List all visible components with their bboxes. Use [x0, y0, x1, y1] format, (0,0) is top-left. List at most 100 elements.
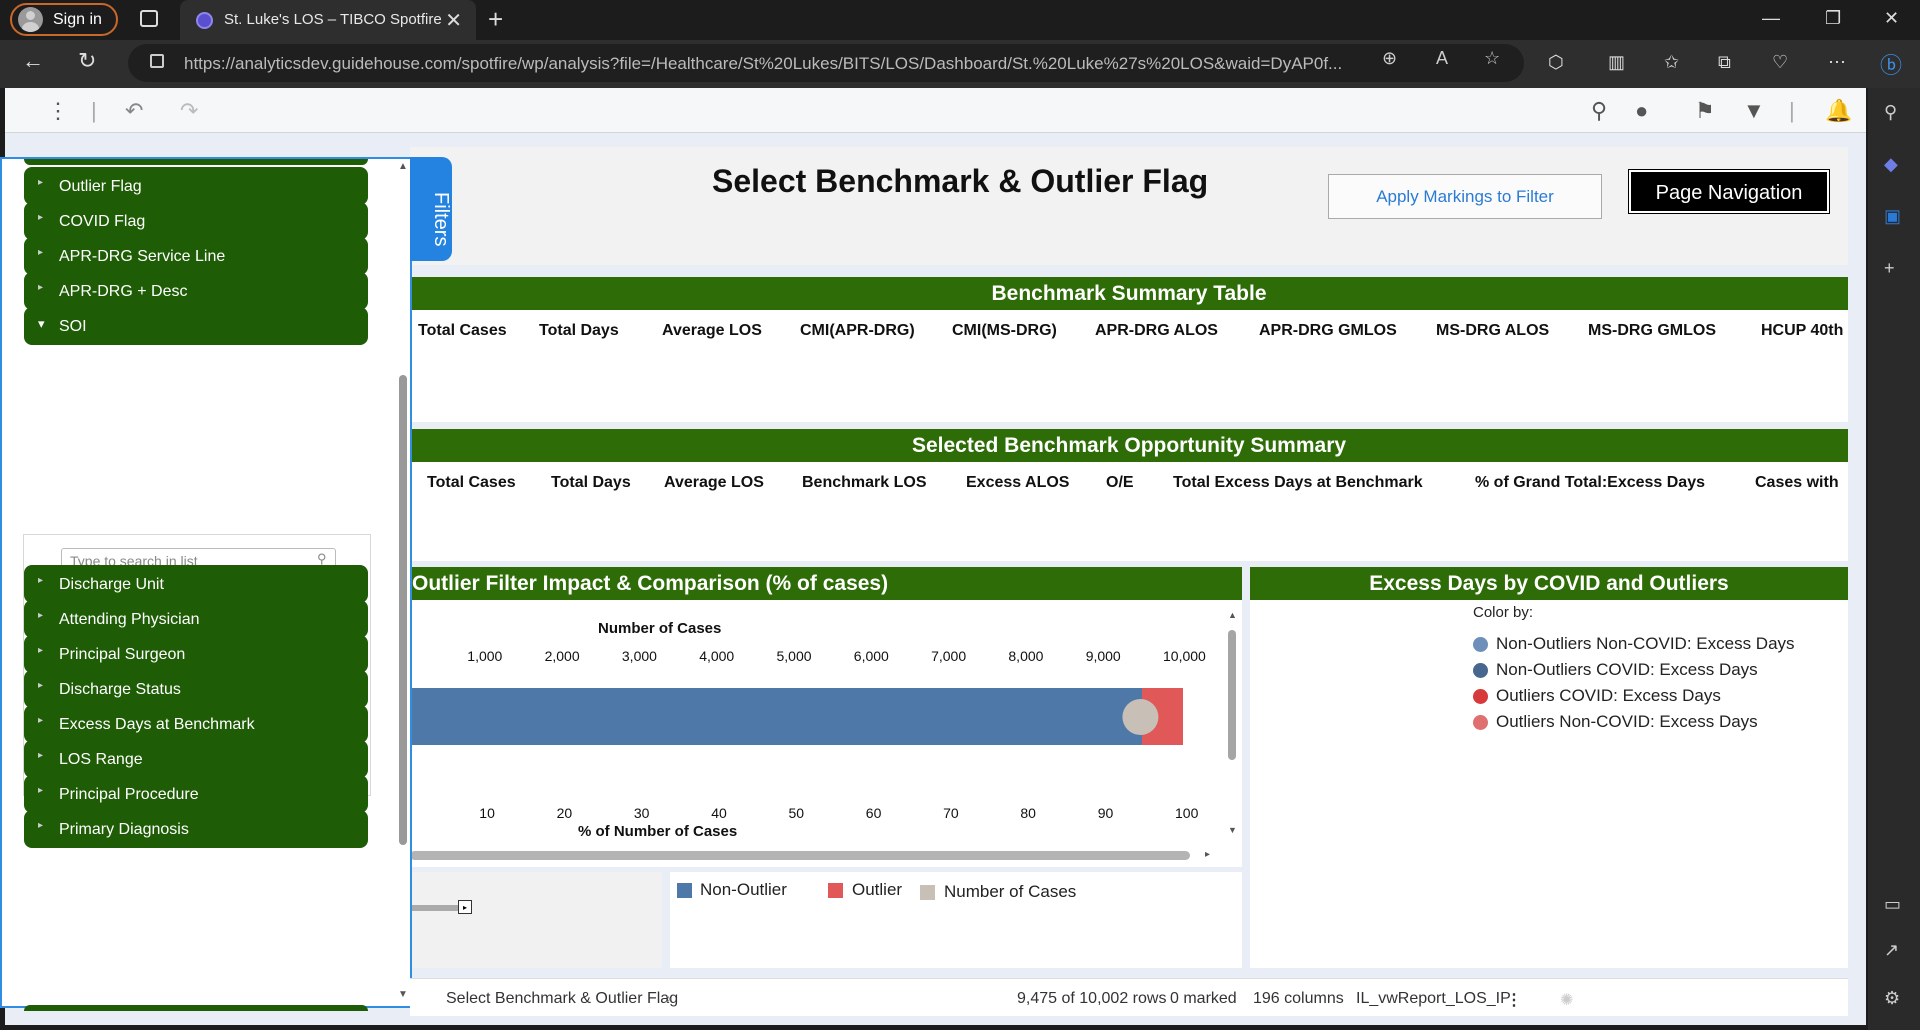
- benchmark-col-header[interactable]: Average LOS: [662, 322, 762, 340]
- benchmark-col-header[interactable]: CMI(MS-DRG): [952, 322, 1057, 340]
- benchmark-col-header[interactable]: CMI(APR-DRG): [800, 322, 915, 340]
- bookmark-icon[interactable]: ⚑: [1695, 98, 1715, 124]
- status-page-name[interactable]: Select Benchmark & Outlier Flag: [446, 990, 678, 1008]
- chart-vscroll[interactable]: ▲ ▼: [1226, 610, 1238, 838]
- menu-dots-icon[interactable]: ⋮: [47, 98, 69, 124]
- filter-item[interactable]: Discharge Unit: [24, 565, 368, 603]
- read-aloud-icon[interactable]: A: [1436, 48, 1448, 69]
- bing-copilot-icon[interactable]: ⓑ: [1880, 48, 1902, 80]
- filter-item[interactable]: Primary Diagnosis: [24, 810, 368, 848]
- tab-actions-icon[interactable]: [140, 10, 158, 27]
- filters-scroll-up-icon[interactable]: ▲: [398, 161, 408, 172]
- zoom-icon[interactable]: ⊕: [1382, 48, 1397, 69]
- opportunity-col-header[interactable]: Benchmark LOS: [802, 474, 926, 492]
- outlier-bar-chart[interactable]: [410, 680, 1200, 750]
- opportunity-col-header[interactable]: Total Days: [551, 474, 631, 492]
- favorite-star-icon[interactable]: ☆: [1484, 48, 1500, 69]
- benchmark-col-header[interactable]: MS-DRG GMLOS: [1588, 322, 1716, 340]
- page-chevron-icon[interactable]: ›: [666, 990, 671, 1008]
- undo-icon[interactable]: ↶: [125, 98, 143, 124]
- status-more-icon[interactable]: ⋮: [1506, 990, 1522, 1010]
- close-window-icon[interactable]: ✕: [1884, 8, 1899, 29]
- legend-swatch-outlier: [828, 883, 843, 898]
- benchmark-col-header[interactable]: MS-DRG ALOS: [1436, 322, 1549, 340]
- bottom-axis-tick: 20: [556, 805, 573, 821]
- minimize-icon[interactable]: —: [1762, 8, 1780, 29]
- benchmark-summary-title: Benchmark Summary Table: [410, 277, 1848, 310]
- sign-in-button[interactable]: Sign in: [10, 3, 118, 36]
- filter-item[interactable]: COVID Flag: [24, 202, 368, 240]
- filters-tab[interactable]: Filters: [410, 157, 452, 261]
- filter-item[interactable]: Excess Days at Benchmark: [24, 705, 368, 743]
- filter-item[interactable]: Principal Procedure: [24, 775, 368, 813]
- excess-legend-item[interactable]: Non-Outliers COVID: Excess Days: [1496, 660, 1758, 680]
- filter-item[interactable]: SOI: [24, 307, 368, 345]
- filters-scrollbar-thumb[interactable]: [399, 375, 407, 845]
- opportunity-col-header[interactable]: Total Excess Days at Benchmark: [1173, 474, 1423, 492]
- filter-item[interactable]: LOS Range: [24, 740, 368, 778]
- extensions-icon[interactable]: ⬡: [1548, 52, 1564, 73]
- chart-hscroll[interactable]: [410, 851, 1190, 860]
- opportunity-col-header[interactable]: Average LOS: [664, 474, 764, 492]
- filter-item[interactable]: APR-DRG Service Line: [24, 237, 368, 275]
- filter-item[interactable]: APR-DRG + Desc: [24, 272, 368, 310]
- opportunity-col-header[interactable]: Total Cases: [427, 474, 516, 492]
- sidebar-panel-icon[interactable]: ▭: [1884, 894, 1901, 915]
- apply-markings-button[interactable]: Apply Markings to Filter: [1328, 174, 1602, 219]
- benchmark-col-header[interactable]: Total Cases: [418, 322, 507, 340]
- filter-item-partial-bottom: [24, 1005, 368, 1011]
- url-field[interactable]: https://analyticsdev.guidehouse.com/spot…: [128, 44, 1524, 82]
- comments-icon[interactable]: ●: [1635, 98, 1648, 124]
- browser-tab[interactable]: St. Luke's LOS – TIBCO Spotfire ✕: [180, 0, 476, 40]
- status-table[interactable]: IL_vwReport_LOS_IP: [1356, 990, 1511, 1008]
- opportunity-col-header[interactable]: O/E: [1106, 474, 1134, 492]
- filter-item[interactable]: Outlier Flag: [24, 167, 368, 205]
- top-axis-tick: 8,000: [1008, 648, 1044, 664]
- back-icon[interactable]: ←: [22, 48, 44, 74]
- legend-dot-icon: [1473, 715, 1488, 730]
- split-screen-icon[interactable]: ▥: [1608, 52, 1625, 73]
- excess-legend-item[interactable]: Outliers COVID: Excess Days: [1496, 686, 1721, 706]
- hscroll-right-arrow-icon[interactable]: ▸: [1205, 849, 1210, 860]
- legend-outlier: Outlier: [852, 880, 903, 899]
- favorites-icon[interactable]: ✩: [1664, 52, 1679, 73]
- filter-item[interactable]: Discharge Status: [24, 670, 368, 708]
- notifications-icon[interactable]: 🔔: [1825, 98, 1852, 124]
- slider-handle-icon[interactable]: ▸: [458, 900, 472, 914]
- collections-icon[interactable]: ⧉: [1718, 52, 1731, 73]
- excess-legend-item[interactable]: Non-Outliers Non-COVID: Excess Days: [1496, 634, 1795, 654]
- new-tab-icon[interactable]: +: [488, 4, 503, 35]
- outlook-icon[interactable]: ▣: [1884, 206, 1901, 227]
- redo-icon[interactable]: ↷: [180, 98, 198, 124]
- search-icon[interactable]: ⚲: [1591, 98, 1607, 124]
- refresh-icon[interactable]: ↻: [78, 48, 96, 74]
- outlier-legend-panel: Non-Outlier Outlier Number of Cases: [670, 872, 1242, 968]
- browser-sidebar: ⚲ ◆ ▣ + ▭ ↗ ⚙: [1868, 88, 1920, 1030]
- benchmark-col-header[interactable]: APR-DRG GMLOS: [1259, 322, 1397, 340]
- toolbar-divider-2: |: [1789, 98, 1795, 123]
- settings-gear-icon[interactable]: ⚙: [1884, 988, 1900, 1009]
- opportunity-col-header[interactable]: Excess ALOS: [966, 474, 1069, 492]
- bar-non-outlier[interactable]: [410, 688, 1143, 745]
- restore-icon[interactable]: ❐: [1825, 8, 1841, 29]
- benchmark-col-header[interactable]: APR-DRG ALOS: [1095, 322, 1218, 340]
- sidebar-copilot-icon[interactable]: ◆: [1884, 154, 1898, 175]
- more-menu-icon[interactable]: ⋯: [1828, 52, 1846, 73]
- marker-number-of-cases[interactable]: [1122, 699, 1159, 735]
- filter-item[interactable]: Attending Physician: [24, 600, 368, 638]
- benchmark-col-header[interactable]: HCUP 40th: [1761, 322, 1843, 340]
- sidebar-search-icon[interactable]: ⚲: [1884, 102, 1897, 123]
- performance-icon[interactable]: ♡: [1772, 52, 1788, 73]
- excess-legend-item[interactable]: Outliers Non-COVID: Excess Days: [1496, 712, 1758, 732]
- sidebar-add-icon[interactable]: +: [1884, 258, 1895, 279]
- open-external-icon[interactable]: ↗: [1884, 940, 1899, 961]
- slider-track[interactable]: [410, 905, 458, 911]
- filter-icon[interactable]: ▼: [1743, 98, 1765, 124]
- opportunity-col-header[interactable]: Cases with: [1755, 474, 1839, 492]
- page-navigation-button[interactable]: Page Navigation: [1628, 169, 1830, 214]
- filters-scroll-down-icon[interactable]: ▼: [398, 989, 408, 1000]
- benchmark-col-header[interactable]: Total Days: [539, 322, 619, 340]
- filter-item[interactable]: Principal Surgeon: [24, 635, 368, 673]
- opportunity-col-header[interactable]: % of Grand Total:Excess Days: [1475, 474, 1705, 492]
- close-tab-icon[interactable]: ✕: [445, 8, 462, 33]
